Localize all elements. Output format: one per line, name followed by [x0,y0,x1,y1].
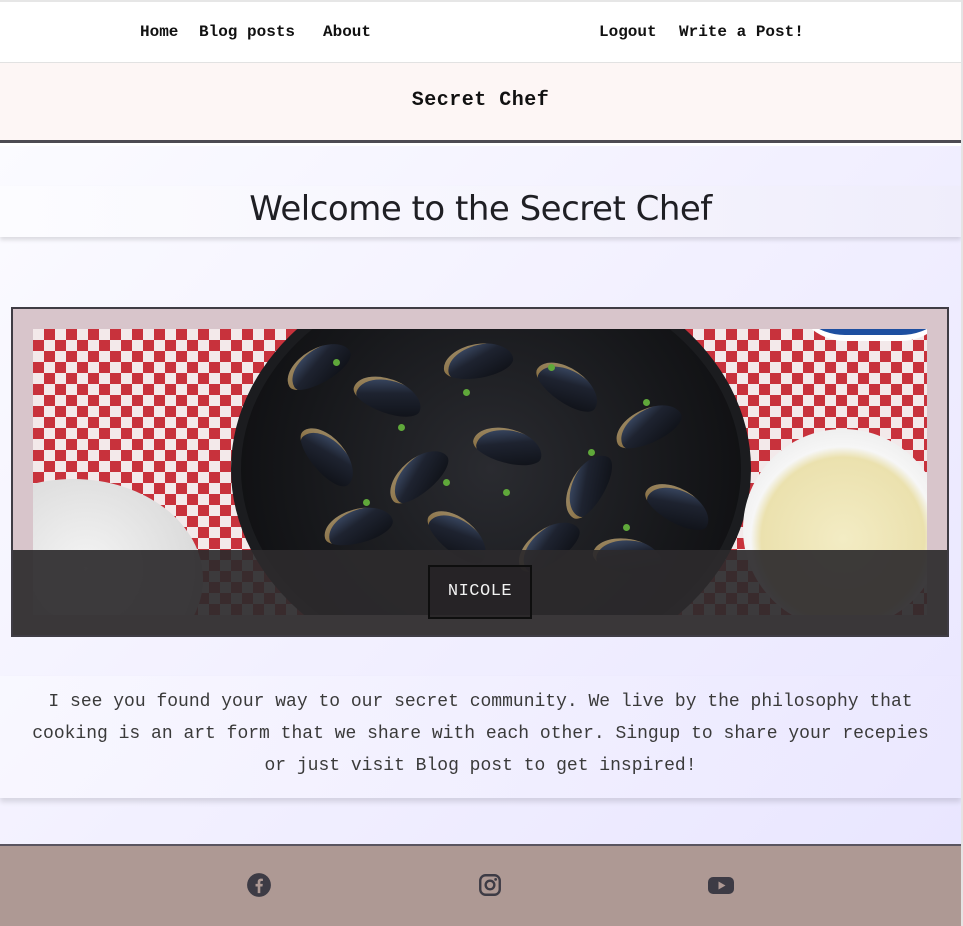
herb-shape [363,499,370,506]
herb-shape [623,524,630,531]
youtube-icon[interactable] [707,872,735,898]
instagram-icon[interactable] [477,872,503,898]
nav-blog-posts-link[interactable]: Blog posts [199,22,295,42]
page: Home Blog posts About Logout Write a Pos… [0,0,963,926]
intro-text: I see you found your way to our secret c… [32,692,929,776]
brand-title[interactable]: Secret Chef [412,89,550,112]
herb-shape [463,389,470,396]
herb-shape [503,489,510,496]
herb-shape [398,424,405,431]
herb-shape [548,364,555,371]
hero-caption-button[interactable]: NICOLE [428,565,532,619]
footer [0,844,961,926]
nav-about-link[interactable]: About [323,22,371,42]
herb-shape [443,479,450,486]
nav-logout-link[interactable]: Logout [599,22,657,42]
herb-shape [643,399,650,406]
nav-home-link[interactable]: Home [140,22,178,42]
herb-shape [588,449,595,456]
brand-header: Secret Chef [0,63,961,143]
facebook-icon[interactable] [246,872,272,898]
dish-shape [793,329,927,341]
page-title: Welcome to the Secret Chef [249,189,712,229]
nav-write-post-link[interactable]: Write a Post! [679,22,804,42]
top-navbar: Home Blog posts About Logout Write a Pos… [0,0,961,63]
hero-carousel: NICOLE [11,307,949,637]
main-content: Welcome to the Secret Chef NICOLE I see … [0,146,961,844]
herb-shape [333,359,340,366]
